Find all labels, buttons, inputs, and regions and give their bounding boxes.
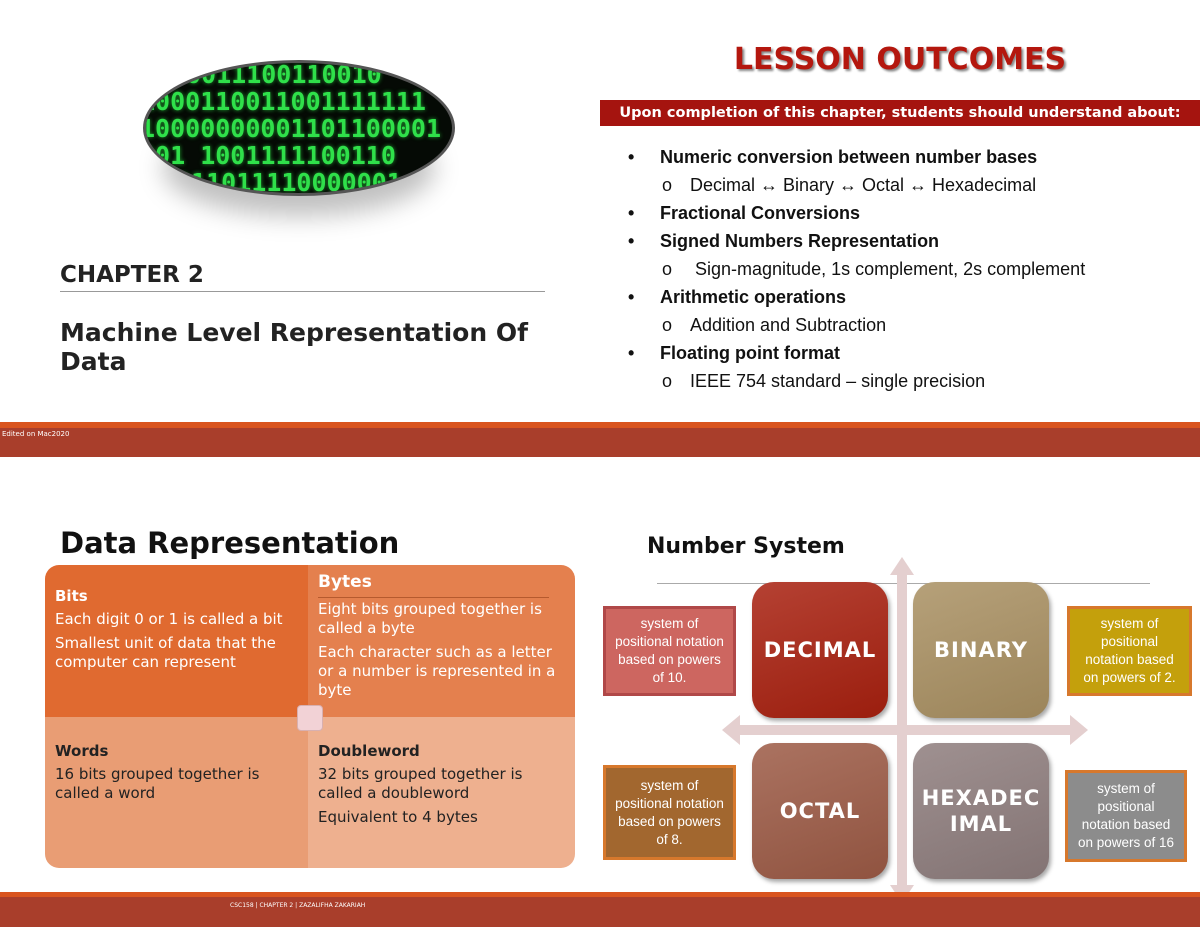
quadrant-heading: Bits [55,587,88,605]
quadrant-words: Words 16 bits grouped together is called… [45,717,308,868]
quadrant-doubleword: Doubleword 32 bits grouped together is c… [308,717,575,868]
quadrant-heading: Doubleword [318,742,420,760]
tile-binary: BINARY [913,582,1049,718]
arrow-up-icon [890,557,914,575]
note-octal: system of positional notation based on p… [603,765,736,860]
quadrant-heading: Bytes [318,572,372,592]
arrow-right-icon [1070,715,1088,745]
outcome-subitem: Sign-magnitude, 1s complement, 2s comple… [690,259,1086,279]
tile-hexadecimal: HEXADEC IMAL [913,743,1049,879]
outcomes-intro: Upon completion of this chapter, student… [600,100,1200,126]
slide-title: Data Representation [60,526,400,560]
outcome-item: Floating point format [660,343,840,363]
tile-decimal: DECIMAL [752,582,888,718]
quadrant-text: 16 bits grouped together is called a wor… [55,765,260,802]
note-hexadecimal: system of positional notation based on p… [1065,770,1187,862]
footer-band [0,428,1200,457]
note-binary: system of positional notation based on p… [1067,606,1192,696]
outcomes-title: LESSON OUTCOMES [733,42,1067,77]
outcome-item: Numeric conversion between number bases [660,147,1038,167]
quadrant-text: Each character such as a letter or a num… [318,643,556,699]
footer-text: CSC158 | CHAPTER 2 | ZAZALIFHA ZAKARIAH [230,902,366,909]
outcomes-list: • Numeric conversion between number bases… [628,147,1086,391]
note-decimal: system of positional notation based on p… [603,606,736,696]
chapter-title: Machine Level Representation Of Data [60,318,528,376]
quadrant-text: Smallest unit of data that the computer … [55,634,276,671]
divider [60,291,545,292]
arrow-left-icon [722,715,740,745]
quadrant-text: Each digit 0 or 1 is called a bit [55,610,283,628]
quadrant-text: Equivalent to 4 bytes [318,808,478,826]
matrix-center [297,705,323,731]
quadrant-text: Eight bits grouped together is called a … [318,600,542,637]
outcome-subitem: Decimal ↔ Binary ↔ Octal ↔ Hexadecimal [690,175,1037,195]
quadrant-bytes: Bytes Eight bits grouped together is cal… [308,565,575,717]
outcome-item: Fractional Conversions [660,203,861,223]
quadrant-heading: Words [55,742,109,760]
quadrant-bits: Bits Each digit 0 or 1 is called a bit S… [45,565,308,717]
edited-note: Edited on Mac2020 [2,430,70,438]
binary-code-image: 0011100110010 1000110011001111111 100000… [143,60,455,196]
footer-band [0,897,1200,927]
outcome-subitem: IEEE 754 standard – single precision [690,371,986,391]
chapter-label: CHAPTER 2 [60,262,204,288]
tile-octal: OCTAL [752,743,888,879]
outcome-item: Signed Numbers Representation [660,231,940,251]
quadrant-text: 32 bits grouped together is called a dou… [318,765,523,802]
outcome-subitem: Addition and Subtraction [690,315,887,335]
outcome-item: Arithmetic operations [660,287,847,307]
